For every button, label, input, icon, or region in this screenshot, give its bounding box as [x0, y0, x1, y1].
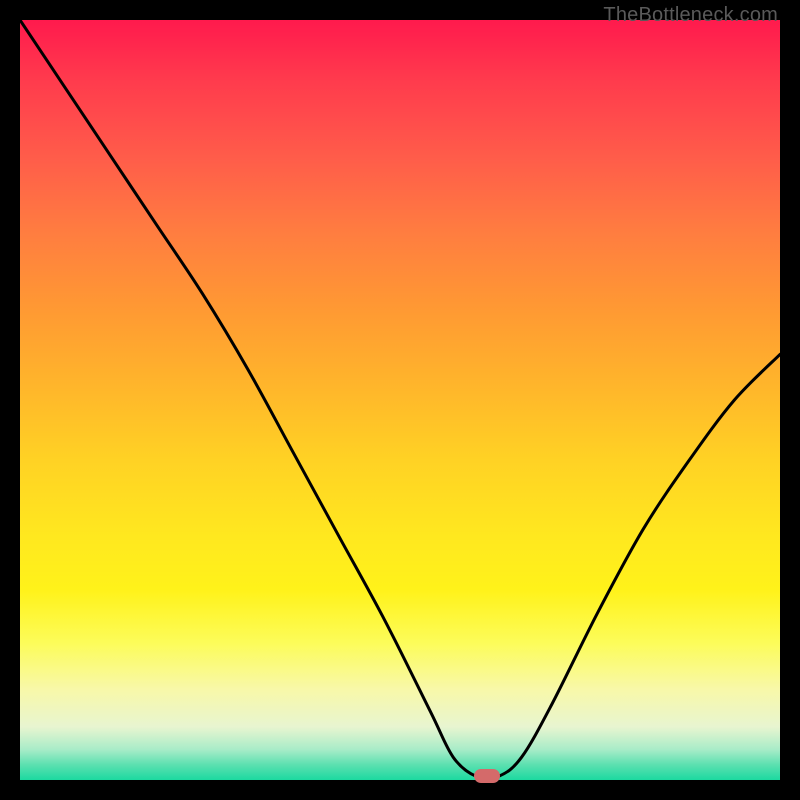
- chart-container: TheBottleneck.com: [0, 0, 800, 800]
- bottleneck-curve: [20, 20, 780, 780]
- watermark-text: TheBottleneck.com: [603, 4, 778, 27]
- optimal-marker: [474, 769, 500, 783]
